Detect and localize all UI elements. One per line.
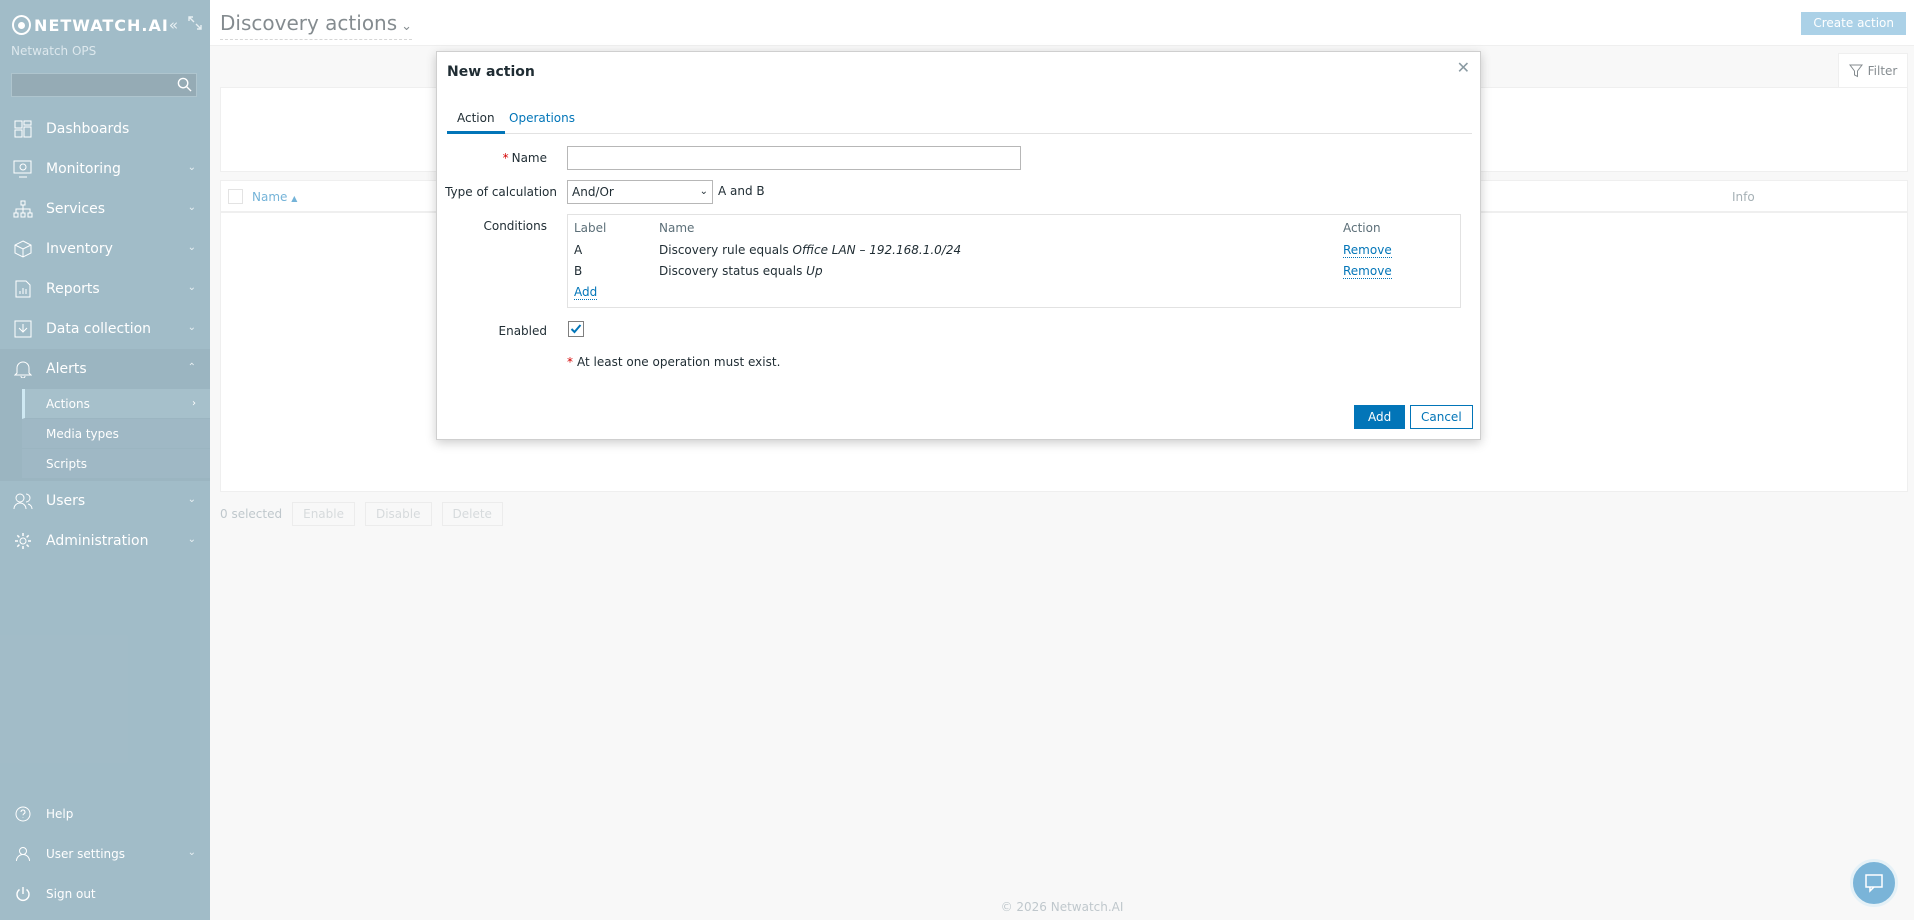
enabled-checkbox[interactable] — [568, 321, 584, 337]
chevron-down-icon: ⌄ — [699, 186, 708, 197]
enabled-label: Enabled — [498, 324, 548, 338]
close-icon[interactable]: ✕ — [1457, 58, 1470, 77]
cond-name-value: Office LAN – 192.168.1.0/24 — [792, 243, 962, 257]
name-label-text: Name — [511, 151, 547, 165]
name-input[interactable] — [567, 146, 1021, 170]
calc-type-select[interactable]: And/Or ⌄ — [567, 180, 713, 204]
cond-header-name: Name — [659, 221, 695, 235]
add-condition-link[interactable]: Add — [574, 285, 598, 300]
cond-name-prefix: Discovery status equals — [659, 264, 807, 278]
cancel-button[interactable]: Cancel — [1410, 405, 1473, 429]
remove-condition-a-link[interactable]: Remove — [1343, 243, 1392, 258]
note-text: At least one operation must exist. — [577, 355, 781, 369]
tab-operations[interactable]: Operations — [499, 110, 585, 134]
validation-note: * At least one operation must exist. — [567, 355, 781, 369]
calc-expression: A and B — [718, 184, 765, 198]
remove-condition-b-link[interactable]: Remove — [1343, 264, 1392, 279]
conditions-table: Label Name Action A Discovery rule equal… — [567, 214, 1461, 308]
dialog-title: New action — [447, 64, 535, 80]
cond-name-prefix: Discovery rule equals — [659, 243, 793, 257]
cond-header-label: Label — [574, 221, 607, 235]
calc-type-value: And/Or — [572, 185, 614, 199]
cond-label: B — [574, 264, 583, 278]
cond-name: Discovery rule equals Office LAN – 192.1… — [659, 243, 961, 257]
conditions-label: Conditions — [483, 219, 547, 233]
cond-name-value: Up — [806, 264, 823, 278]
cond-name: Discovery status equals Up — [659, 264, 823, 278]
new-action-dialog: New action ✕ Action Operations * Name Typ… — [436, 51, 1481, 440]
cond-label: A — [574, 243, 583, 257]
calc-type-label: Type of calculation — [445, 185, 557, 199]
tab-action[interactable]: Action — [447, 110, 505, 134]
add-button[interactable]: Add — [1354, 405, 1406, 429]
name-label: * Name — [502, 151, 547, 165]
dialog-tabs: Action Operations — [447, 104, 1472, 134]
cond-header-action: Action — [1343, 221, 1381, 235]
checkmark-icon — [570, 324, 582, 334]
